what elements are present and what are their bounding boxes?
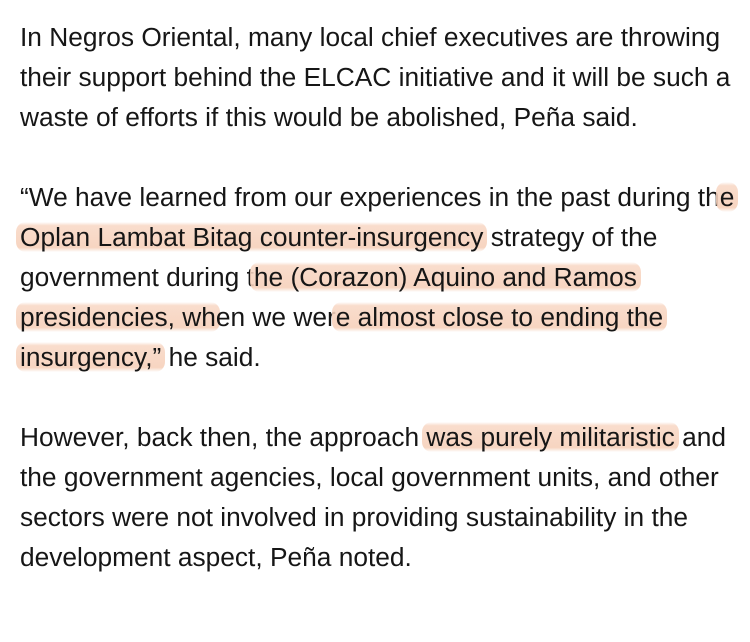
paragraph-2-text-3: en we wer xyxy=(215,302,336,332)
highlight-4-text: was purely militaristic xyxy=(426,422,675,452)
paragraph-1: In Negros Oriental, many local chief exe… xyxy=(20,22,731,132)
paragraph-3: However, back then, the approach was pur… xyxy=(20,417,742,577)
page: { "article": { "p1": "In Negros Oriental… xyxy=(0,0,750,642)
highlight-4: was purely militaristic xyxy=(422,422,679,452)
paragraph-2: “We have learned from our experiences in… xyxy=(16,177,742,377)
paragraph-3-text-1: However, back then, the approach xyxy=(20,422,427,452)
article-body: In Negros Oriental, many local chief exe… xyxy=(16,17,742,617)
paragraph-2-text-1: “We have learned from our experiences in… xyxy=(20,182,720,212)
paragraph-2-text-4: he said. xyxy=(161,342,261,372)
